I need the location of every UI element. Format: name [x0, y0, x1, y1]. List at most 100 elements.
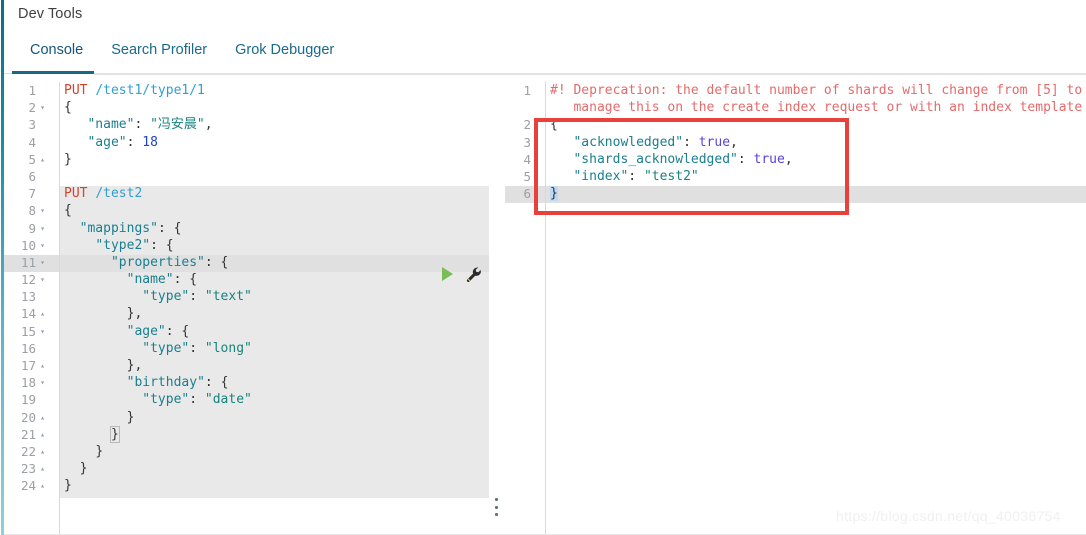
code-line: }: [109, 425, 120, 443]
page-title: Dev Tools: [18, 6, 83, 22]
handle-dot: [494, 505, 498, 509]
header-divider-secondary: [94, 73, 1086, 75]
fold-toggle-icon[interactable]: ▴: [38, 477, 47, 494]
line-number: 1: [523, 83, 531, 98]
code-line: #! Deprecation: the default number of sh…: [550, 83, 1086, 98]
fold-toggle-icon[interactable]: ▴: [38, 305, 47, 322]
request-editor[interactable]: 1 2 ▾ 3 4 5 ▴ 6 7 8 ▾ 9 ▾ 10 ▾ 11 ▾ 12 ▾ 13 14 ▴ 15 ▾ 16 17 ▴ 18 ▾ 19…: [4, 82, 489, 535]
app-header: Dev Tools Console Search Profiler Grok D…: [4, 0, 1086, 76]
request-gutter-rule: [59, 82, 60, 535]
fold-toggle-icon[interactable]: ▴: [38, 460, 47, 477]
code-line: },: [126, 306, 143, 322]
fold-toggle-icon[interactable]: ▴: [38, 357, 47, 374]
fold-toggle-icon[interactable]: ▾: [38, 202, 47, 219]
code-line: },: [126, 358, 143, 373]
tab-search-profiler[interactable]: Search Profiler: [97, 40, 221, 58]
line-number: [505, 99, 541, 116]
active-tab-underline: [12, 71, 94, 74]
fold-toggle-icon[interactable]: ▾: [38, 254, 47, 271]
fold-toggle-icon[interactable]: ▴: [38, 443, 47, 460]
fold-toggle-icon[interactable]: ▴: [38, 426, 47, 443]
fold-toggle-icon[interactable]: ▴: [531, 185, 540, 202]
code-line: "type": "text": [142, 289, 252, 305]
code-line: "acknowledged": true,: [573, 134, 738, 150]
fold-toggle-icon[interactable]: ▾: [531, 116, 540, 133]
pane-resize-handle[interactable]: [492, 498, 500, 516]
code-line: "shards_acknowledged": true,: [573, 151, 793, 167]
tab-grok-debugger[interactable]: Grok Debugger: [221, 40, 348, 58]
fold-toggle-icon[interactable]: ▴: [38, 409, 47, 426]
handle-dot: [494, 513, 498, 516]
code-line: }: [64, 478, 72, 494]
code-line: "index": "test2": [573, 168, 699, 184]
code-line: "age": 18: [87, 134, 158, 150]
line-number: 22 ▴: [4, 443, 48, 460]
code-line: "type": "date": [142, 392, 252, 408]
play-icon[interactable]: [442, 267, 453, 281]
fold-toggle-icon[interactable]: ▴: [38, 151, 47, 168]
line-number: 12 ▾: [4, 271, 48, 288]
code-line: }: [79, 461, 88, 477]
code-line: }: [550, 186, 558, 202]
code-line: {: [64, 203, 72, 219]
code-line: }: [126, 409, 135, 425]
line-number: 13: [20, 289, 36, 305]
handle-dot: [494, 498, 498, 501]
response-gutter-rule: [545, 82, 546, 535]
fold-toggle-icon[interactable]: ▾: [38, 237, 47, 254]
code-line: "type2": {: [95, 237, 174, 253]
line-number: 19: [20, 392, 36, 408]
code-line: }: [64, 151, 72, 167]
code-line: "mappings": {: [79, 220, 182, 236]
request-pane[interactable]: 1 2 ▾ 3 4 5 ▴ 6 7 8 ▾ 9 ▾ 10 ▾ 11 ▾ 12 ▾ 13 14 ▴ 15 ▾ 16 17 ▴ 18 ▾ 19…: [4, 76, 489, 535]
line-number: 17 ▴: [4, 357, 48, 374]
line-number: 3: [28, 117, 36, 133]
fold-toggle-icon[interactable]: ▾: [38, 220, 47, 237]
fold-toggle-icon[interactable]: ▾: [38, 323, 47, 340]
line-number: 7: [28, 186, 36, 202]
code-line: {: [550, 117, 558, 133]
code-line: }: [95, 443, 104, 459]
line-number: 16: [20, 340, 36, 356]
line-number: 2 ▾: [4, 99, 48, 116]
line-number: 9 ▾: [4, 220, 48, 237]
line-number: 1: [28, 83, 36, 98]
request-line-numbers: 1 2 ▾ 3 4 5 ▴ 6 7 8 ▾ 9 ▾ 10 ▾ 11 ▾ 12 ▾ 13 14 ▴ 15 ▾ 16 17 ▴ 18 ▾ 19…: [4, 82, 48, 495]
line-number: 8 ▾: [4, 202, 48, 219]
line-number: 6 ▴: [505, 185, 541, 202]
line-number: 20 ▴: [4, 409, 48, 426]
fold-toggle-icon[interactable]: ▾: [38, 271, 47, 288]
tab-console[interactable]: Console: [16, 40, 97, 58]
line-number: 4: [523, 151, 531, 167]
code-line: "age": {: [126, 323, 190, 339]
line-number: 4: [28, 134, 36, 150]
line-number: 6: [28, 168, 36, 184]
line-number: 2 ▾: [505, 116, 541, 133]
line-number: 5 ▴: [4, 151, 48, 168]
code-line: "name": {: [126, 272, 198, 288]
fold-toggle-icon[interactable]: ▾: [38, 374, 47, 391]
line-number: 23 ▴: [4, 460, 48, 477]
request-code[interactable]: PUT /test1/type1/1 { "name": "冯安晨", "age"…: [64, 82, 489, 495]
code-line: manage this on the create index request …: [550, 100, 1083, 116]
code-line: "birthday": {: [126, 375, 229, 391]
line-number: 5: [523, 168, 531, 184]
response-editor[interactable]: 1 2 ▾ 3 4 5 6 ▴ #! Deprecation: the default num…: [505, 82, 1086, 535]
request-action-icons: [442, 266, 489, 286]
line-number: 14 ▴: [4, 305, 48, 322]
code-line: PUT /test2: [64, 186, 143, 202]
response-line-numbers: 1 2 ▾ 3 4 5 6 ▴: [505, 82, 541, 202]
fold-toggle-icon[interactable]: ▾: [38, 99, 47, 116]
code-line: "properties": {: [110, 254, 229, 270]
wrench-icon[interactable]: [465, 266, 483, 289]
code-line: "type": "long": [142, 340, 252, 356]
line-number: 11 ▾: [4, 254, 48, 271]
code-line: "name": "冯安晨",: [87, 117, 213, 133]
response-code: #! Deprecation: the default number of sh…: [550, 82, 1086, 202]
watermark: https://blog.csdn.net/qq_40036754: [836, 508, 1061, 524]
response-pane[interactable]: 1 2 ▾ 3 4 5 6 ▴ #! Deprecation: the default num…: [505, 76, 1086, 535]
line-number: 18 ▾: [4, 374, 48, 391]
pane-separator: [489, 76, 505, 535]
code-line: {: [64, 100, 72, 116]
